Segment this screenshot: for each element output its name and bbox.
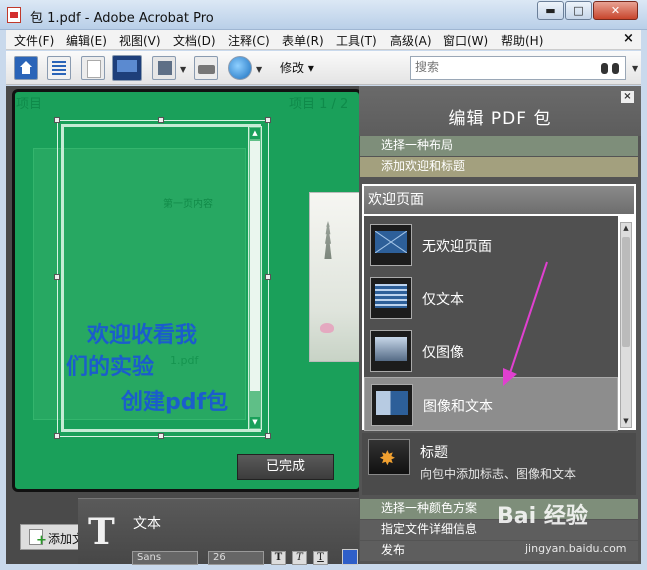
page-view-icon[interactable] bbox=[81, 56, 105, 80]
title-icon bbox=[368, 439, 410, 475]
faint-header-left: 项目 bbox=[16, 97, 43, 112]
print-icon[interactable] bbox=[194, 56, 218, 80]
option-label: 图像和文本 bbox=[423, 399, 493, 415]
options-scrollbar[interactable]: ▲ ▼ bbox=[620, 222, 632, 428]
option-label: 仅文本 bbox=[422, 292, 464, 308]
close-document-icon[interactable]: × bbox=[623, 31, 634, 46]
text-color-swatch[interactable] bbox=[342, 549, 358, 565]
menu-view[interactable]: 视图(V) bbox=[119, 32, 161, 49]
welcome-text-line-3[interactable]: 创建pdf包 bbox=[121, 384, 228, 416]
window-title: 包 1.pdf - Adobe Acrobat Pro bbox=[30, 11, 214, 26]
option-label: 无欢迎页面 bbox=[422, 239, 492, 255]
scroll-up-icon[interactable]: ▲ bbox=[250, 128, 260, 139]
menu-advanced[interactable]: 高级(A) bbox=[390, 32, 432, 49]
search-input[interactable] bbox=[415, 60, 585, 74]
scroll-thumb[interactable] bbox=[622, 237, 630, 347]
menu-edit[interactable]: 编辑(E) bbox=[66, 32, 107, 49]
list-view-icon[interactable] bbox=[47, 56, 71, 80]
done-button[interactable]: 已完成 bbox=[237, 454, 334, 480]
toolbar: ▼ ▼ 修改 ▾ ▼ bbox=[6, 51, 641, 85]
home-icon[interactable] bbox=[14, 56, 38, 80]
resize-handle[interactable] bbox=[158, 433, 164, 439]
menu-tools[interactable]: 工具(T) bbox=[336, 32, 377, 49]
font-select[interactable]: Sans bbox=[132, 551, 198, 565]
welcome-options-list: 无欢迎页面 仅文本 仅图像 图像和文本 bbox=[364, 216, 618, 431]
text-only-icon bbox=[370, 277, 412, 319]
option-text-only[interactable]: 仅文本 bbox=[364, 271, 618, 325]
save-dropdown-icon[interactable]: ▼ bbox=[180, 65, 186, 74]
menu-forms[interactable]: 表单(R) bbox=[282, 32, 324, 49]
resize-handle[interactable] bbox=[265, 433, 271, 439]
add-file-icon bbox=[29, 529, 47, 547]
modify-menu[interactable]: 修改 ▾ bbox=[280, 59, 314, 76]
title-option-label: 标题 bbox=[420, 445, 448, 461]
search-dropdown-icon[interactable]: ▼ bbox=[632, 64, 638, 73]
search-box[interactable] bbox=[410, 56, 626, 80]
no-welcome-icon bbox=[370, 224, 412, 266]
close-window-button[interactable]: ✕ bbox=[593, 1, 638, 20]
globe-dropdown-icon[interactable]: ▼ bbox=[256, 65, 262, 74]
option-no-welcome[interactable]: 无欢迎页面 bbox=[364, 218, 618, 272]
text-tool-icon: T bbox=[88, 511, 115, 553]
image-text-icon bbox=[371, 384, 413, 426]
menu-file[interactable]: 文件(F) bbox=[14, 32, 54, 49]
italic-button[interactable]: T bbox=[292, 551, 307, 565]
pagoda-image bbox=[324, 221, 332, 259]
welcome-text-line-1[interactable]: 欢迎收看我 bbox=[87, 317, 197, 349]
pdf-file-icon bbox=[7, 7, 21, 23]
step-add-welcome[interactable]: 添加欢迎和标题 bbox=[360, 157, 638, 177]
font-size-select[interactable]: 26 bbox=[208, 551, 264, 565]
welcome-text-line-2[interactable]: 们的实验 bbox=[66, 349, 154, 381]
resize-handle[interactable] bbox=[54, 117, 60, 123]
minimize-button[interactable]: ▬ bbox=[537, 1, 564, 20]
scroll-down-icon[interactable]: ▼ bbox=[250, 417, 260, 428]
text-properties-panel: T 文本 Sans 26 T T T bbox=[78, 498, 360, 565]
menu-document[interactable]: 文档(D) bbox=[173, 32, 216, 49]
scroll-thumb[interactable] bbox=[250, 141, 260, 391]
menu-help[interactable]: 帮助(H) bbox=[501, 32, 543, 49]
step-choose-color[interactable]: 选择一种颜色方案 bbox=[360, 499, 638, 519]
title-option[interactable]: 标题 向包中添加标志、图像和文本 bbox=[362, 433, 636, 495]
binoculars-icon[interactable] bbox=[601, 61, 619, 75]
landscape-image[interactable] bbox=[309, 192, 361, 362]
scroll-down-icon[interactable]: ▼ bbox=[621, 416, 631, 427]
text-frame-scrollbar[interactable]: ▲ ▼ bbox=[248, 126, 262, 430]
save-icon[interactable] bbox=[152, 56, 176, 80]
menu-comment[interactable]: 注释(C) bbox=[228, 32, 270, 49]
modify-label: 修改 bbox=[280, 61, 305, 75]
panel-close-icon[interactable]: × bbox=[621, 91, 634, 103]
menu-window[interactable]: 窗口(W) bbox=[443, 32, 488, 49]
underline-button[interactable]: T bbox=[313, 551, 328, 565]
bold-button[interactable]: T bbox=[271, 551, 286, 565]
step-choose-layout[interactable]: 选择一种布局 bbox=[360, 136, 638, 156]
title-option-description: 向包中添加标志、图像和文本 bbox=[420, 467, 577, 481]
step-file-details[interactable]: 指定文件详细信息 bbox=[360, 520, 638, 540]
faint-header-right: 项目 1 / 2 bbox=[289, 97, 349, 112]
image-only-icon bbox=[370, 330, 412, 372]
resize-handle[interactable] bbox=[265, 117, 271, 123]
resize-handle[interactable] bbox=[158, 117, 164, 123]
scroll-up-icon[interactable]: ▲ bbox=[621, 223, 631, 234]
step-publish[interactable]: 发布 bbox=[360, 541, 638, 561]
globe-icon[interactable] bbox=[228, 56, 252, 80]
option-image-and-text[interactable]: 图像和文本 bbox=[364, 377, 618, 431]
lotus-image bbox=[320, 323, 334, 333]
title-bar: 包 1.pdf - Adobe Acrobat Pro ▬ □ ✕ bbox=[0, 0, 647, 30]
resize-handle[interactable] bbox=[54, 274, 60, 280]
welcome-section-header: 欢迎页面 bbox=[364, 186, 634, 214]
panel-title: 编辑 PDF 包 bbox=[448, 109, 552, 129]
option-image-only[interactable]: 仅图像 bbox=[364, 324, 618, 378]
resize-handle[interactable] bbox=[54, 433, 60, 439]
layout-icon[interactable] bbox=[112, 55, 142, 81]
resize-handle[interactable] bbox=[265, 274, 271, 280]
option-label: 仅图像 bbox=[422, 345, 464, 361]
menu-bar: 文件(F) 编辑(E) 视图(V) 文档(D) 注释(C) 表单(R) 工具(T… bbox=[6, 30, 641, 50]
text-panel-label: 文本 bbox=[133, 516, 161, 532]
maximize-button[interactable]: □ bbox=[565, 1, 592, 20]
